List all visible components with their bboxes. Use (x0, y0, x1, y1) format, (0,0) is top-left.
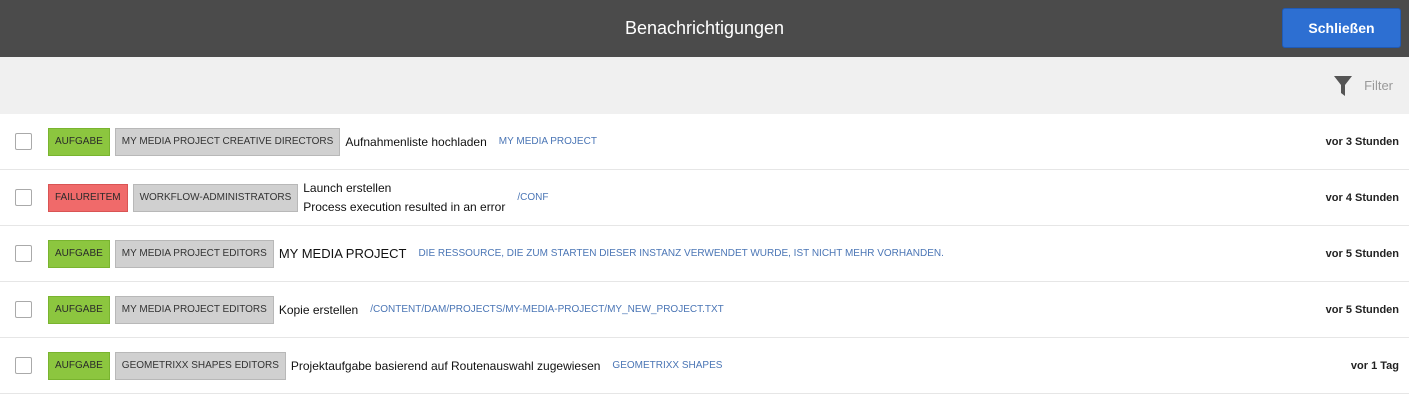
notification-time: vor 5 Stunden (1325, 304, 1399, 316)
notification-list: AUFGABE MY MEDIA PROJECT CREATIVE DIRECT… (0, 114, 1409, 394)
close-button[interactable]: Schließen (1282, 8, 1401, 48)
filter-bar: Filter (0, 57, 1409, 114)
group-tag: MY MEDIA PROJECT EDITORS (114, 239, 274, 268)
notification-time: vor 5 Stunden (1325, 248, 1399, 260)
notification-message[interactable]: Projektaufgabe basierend auf Routenauswa… (291, 359, 601, 373)
group-tag: MY MEDIA PROJECT CREATIVE DIRECTORS (114, 127, 341, 156)
row-checkbox[interactable] (15, 133, 32, 150)
notification-time: vor 3 Stunden (1325, 136, 1399, 148)
group-tag: WORKFLOW-ADMINISTRATORS (132, 183, 299, 212)
page-title: Benachrichtigungen (624, 18, 785, 38)
type-tag: AUFGABE (48, 239, 110, 268)
message-line-1: Launch erstellen (303, 180, 392, 195)
funnel-icon[interactable] (1334, 75, 1353, 96)
notification-row[interactable]: AUFGABE GEOMETRIXX SHAPES EDITORS Projek… (0, 338, 1409, 394)
notification-row[interactable]: AUFGABE MY MEDIA PROJECT EDITORS Kopie e… (0, 282, 1409, 338)
row-checkbox[interactable] (15, 301, 32, 318)
row-checkbox[interactable] (15, 189, 32, 206)
notification-message[interactable]: Kopie erstellen (279, 303, 358, 317)
notification-row[interactable]: FAILUREITEM WORKFLOW-ADMINISTRATORS Laun… (0, 170, 1409, 226)
type-tag: AUFGABE (48, 351, 110, 380)
notification-link[interactable]: /CONF (517, 192, 548, 203)
row-checkbox[interactable] (15, 245, 32, 262)
notification-link[interactable]: GEOMETRIXX SHAPES (612, 360, 722, 371)
notification-link[interactable]: /CONTENT/DAM/PROJECTS/MY-MEDIA-PROJECT/M… (370, 304, 724, 315)
notification-message[interactable]: Launch erstellen Process execution resul… (303, 179, 505, 217)
notification-time: vor 1 Tag (1350, 360, 1399, 372)
row-checkbox[interactable] (15, 357, 32, 374)
group-tag: MY MEDIA PROJECT EDITORS (114, 295, 274, 324)
group-tag: GEOMETRIXX SHAPES EDITORS (114, 351, 286, 380)
notification-row[interactable]: AUFGABE MY MEDIA PROJECT CREATIVE DIRECT… (0, 114, 1409, 170)
notification-link[interactable]: DIE RESSOURCE, DIE ZUM STARTEN DIESER IN… (418, 248, 943, 259)
notification-link[interactable]: MY MEDIA PROJECT (499, 136, 597, 147)
header-bar: Benachrichtigungen Schließen (0, 0, 1409, 57)
message-line-2: Process execution resulted in an error (303, 199, 506, 214)
type-tag: AUFGABE (48, 295, 110, 324)
filter-label[interactable]: Filter (1364, 78, 1393, 93)
type-tag: FAILUREITEM (48, 183, 128, 212)
notification-time: vor 4 Stunden (1325, 192, 1399, 204)
notification-message[interactable]: Aufnahmenliste hochladen (345, 135, 486, 149)
notification-row[interactable]: AUFGABE MY MEDIA PROJECT EDITORS MY MEDI… (0, 226, 1409, 282)
type-tag: AUFGABE (48, 127, 110, 156)
notification-message[interactable]: MY MEDIA PROJECT (279, 246, 407, 261)
